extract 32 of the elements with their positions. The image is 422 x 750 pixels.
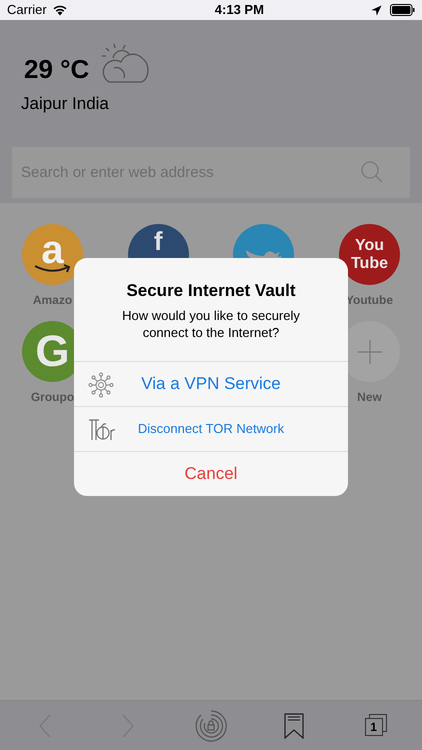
status-time: 4:13 PM [214,1,264,20]
partly-cloudy-icon [101,42,150,84]
forward-icon [122,714,134,738]
search-icon [360,160,384,184]
carrier-name: Carrier [7,1,47,20]
vault-icon [194,710,227,742]
onion-logo-icon [88,418,116,442]
tabs-button[interactable]: 1 [354,704,399,748]
back-icon [39,714,52,738]
battery-icon [390,4,415,16]
network-hub-icon [88,372,114,398]
tile-label: Groupo [30,389,74,406]
location-arrow-icon [371,4,382,16]
wifi-icon [52,4,68,16]
logo-letter: G [35,330,70,374]
logo-letter: a [41,230,64,270]
tile-label: Youtube [346,292,394,309]
vpn-button[interactable]: Via a VPN Service [74,360,348,406]
plus-icon [358,340,382,364]
bookmarks-icon [284,712,304,738]
logo-text: You Tube [350,236,389,272]
smile-arrow-icon [34,264,72,274]
tile-label: Amazo [32,292,72,309]
location-name: Jaipur India [21,93,110,115]
logo-letter: f [154,229,162,253]
cancel-button[interactable]: Cancel [74,450,348,496]
tor-button[interactable]: Disconnect TOR Network [74,406,348,450]
dialog-message: How would you like to securely connect to the Internet? [121,306,301,340]
site-logo[interactable]: You Tube [338,224,400,285]
temperature: 29 °C [24,53,90,86]
tile-label: New [357,389,382,406]
site-logo[interactable]: a [22,224,83,285]
